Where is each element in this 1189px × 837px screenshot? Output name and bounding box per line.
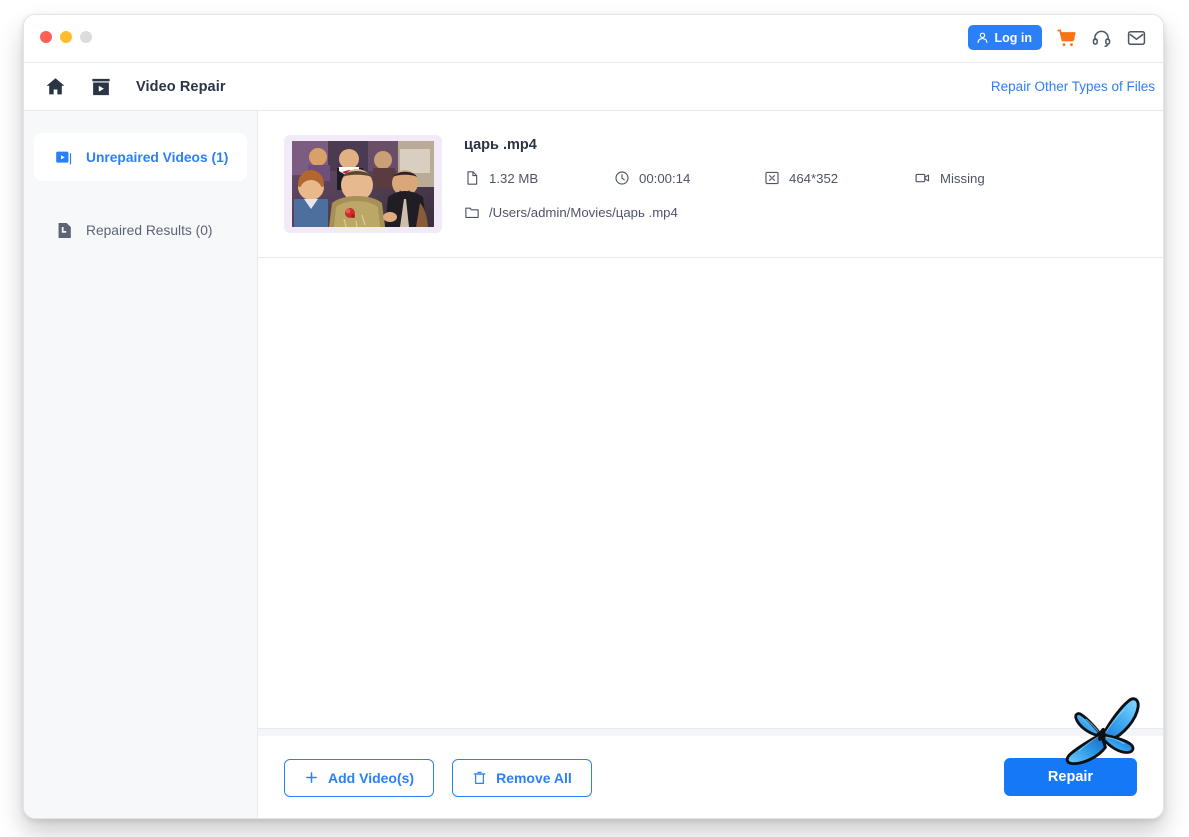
envelope-icon — [1126, 28, 1147, 48]
page-title: Video Repair — [136, 79, 226, 95]
repair-other-files-link[interactable]: Repair Other Types of Files — [991, 79, 1155, 94]
login-button[interactable]: Log in — [968, 25, 1043, 50]
thumbnail-image — [292, 141, 434, 227]
file-duration: 00:00:14 — [614, 170, 764, 186]
mail-button[interactable] — [1126, 28, 1147, 48]
sidebar-item-label: Unrepaired Videos (1) — [86, 150, 228, 165]
document-icon — [464, 170, 480, 186]
file-duration-value: 00:00:14 — [639, 171, 690, 186]
close-button[interactable] — [40, 31, 52, 43]
titlebar-actions: Log in — [968, 25, 1148, 50]
repaired-file-icon — [55, 221, 74, 240]
file-path-value: /Users/admin/Movies/царь .mp4 — [489, 205, 678, 220]
remove-all-label: Remove All — [496, 770, 572, 786]
main-area: Unrepaired Videos (1) Repaired Results (… — [24, 111, 1163, 819]
remove-all-button[interactable]: Remove All — [452, 759, 592, 797]
footer-divider — [258, 728, 1163, 736]
file-meta: царь .mp4 1.32 MB — [464, 135, 985, 233]
minimize-button[interactable] — [60, 31, 72, 43]
sidebar-item-unrepaired-videos[interactable]: Unrepaired Videos (1) — [34, 133, 247, 181]
unrepaired-file-list: царь .mp4 1.32 MB — [258, 111, 1163, 728]
video-clapper-icon — [90, 76, 112, 98]
headset-icon — [1091, 28, 1112, 48]
file-size-value: 1.32 MB — [489, 171, 538, 186]
sidebar-item-repaired-results[interactable]: Repaired Results (0) — [34, 206, 247, 254]
support-button[interactable] — [1091, 28, 1112, 48]
folder-icon — [464, 204, 480, 220]
file-path: /Users/admin/Movies/царь .mp4 — [464, 204, 985, 220]
file-resolution-value: 464*352 — [789, 171, 838, 186]
plus-icon — [304, 770, 319, 785]
file-status-value: Missing — [940, 171, 985, 186]
footer-bar: Add Video(s) Remove All Repair — [258, 736, 1163, 819]
content-panel: царь .mp4 1.32 MB — [258, 111, 1163, 819]
file-status: Missing — [914, 170, 985, 186]
zoom-button — [80, 31, 92, 43]
home-button[interactable] — [45, 76, 66, 97]
file-size: 1.32 MB — [464, 170, 614, 186]
sidebar: Unrepaired Videos (1) Repaired Results (… — [24, 111, 258, 819]
cart-icon — [1056, 28, 1077, 48]
video-camera-icon — [914, 170, 931, 186]
app-window: Log in — [23, 14, 1164, 819]
video-thumbnail[interactable] — [284, 135, 442, 233]
title-bar: Log in — [24, 15, 1163, 63]
login-label: Log in — [995, 31, 1033, 45]
traffic-lights — [40, 31, 92, 43]
file-resolution: 464*352 — [764, 170, 914, 186]
table-row[interactable]: царь .mp4 1.32 MB — [258, 111, 1163, 258]
add-videos-label: Add Video(s) — [328, 770, 414, 786]
video-play-icon — [55, 148, 74, 167]
trash-icon — [472, 770, 487, 786]
user-icon — [976, 31, 989, 44]
module-toolbar: Video Repair Repair Other Types of Files — [24, 63, 1163, 111]
thumbnail-frame — [292, 141, 434, 227]
sidebar-item-label: Repaired Results (0) — [86, 223, 213, 238]
resolution-icon — [764, 170, 780, 186]
file-name: царь .mp4 — [464, 137, 985, 153]
home-icon — [45, 76, 66, 97]
clock-icon — [614, 170, 630, 186]
add-videos-button[interactable]: Add Video(s) — [284, 759, 434, 797]
repair-button[interactable]: Repair — [1004, 758, 1137, 796]
cart-button[interactable] — [1056, 28, 1077, 48]
